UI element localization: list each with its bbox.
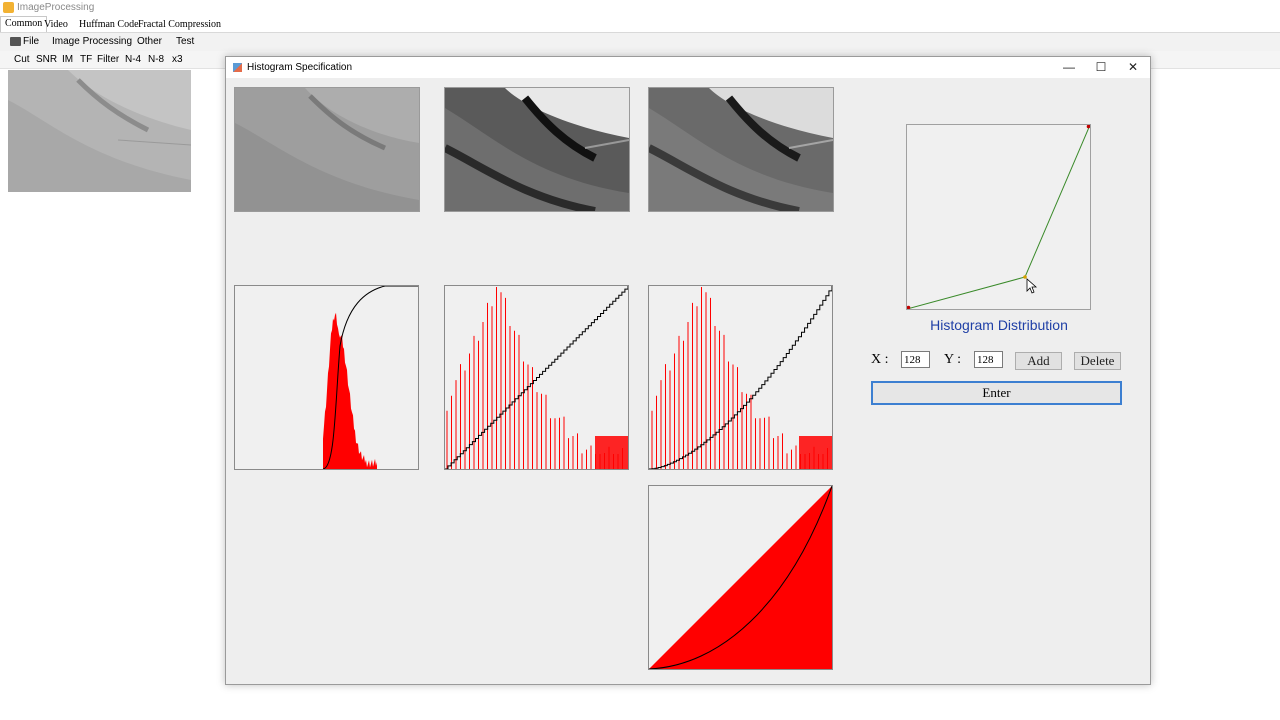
- tool-x3[interactable]: x3: [172, 54, 183, 65]
- histogram-tail: [595, 436, 628, 469]
- menu-test[interactable]: Test: [176, 36, 194, 47]
- equalized-image: [444, 87, 630, 212]
- tool-filter[interactable]: Filter: [97, 54, 119, 65]
- maximize-button[interactable]: ☐: [1085, 57, 1117, 78]
- x-label: X :: [871, 352, 889, 367]
- tab-video[interactable]: Video: [40, 18, 72, 31]
- distribution-point[interactable]: [1023, 275, 1027, 279]
- transfer-function-plot: [648, 485, 833, 670]
- original-histogram-plot: [234, 285, 419, 470]
- app-icon: [3, 2, 14, 13]
- menu-other[interactable]: Other: [137, 36, 162, 47]
- distribution-point[interactable]: [907, 305, 911, 310]
- tool-n8[interactable]: N-8: [148, 54, 164, 65]
- x-input[interactable]: 128: [901, 351, 930, 368]
- app-title: ImageProcessing: [17, 2, 95, 13]
- y-label: Y :: [944, 352, 961, 367]
- tab-fractal-compression[interactable]: Fractal Compression: [134, 18, 225, 31]
- distribution-point[interactable]: [1086, 125, 1091, 129]
- tool-cut[interactable]: Cut: [14, 54, 30, 65]
- histogram-distribution-label: Histogram Distribution: [930, 317, 1068, 333]
- menu-file[interactable]: File: [23, 36, 39, 47]
- specified-image: [648, 87, 834, 212]
- menu-image-processing[interactable]: Image Processing: [52, 36, 132, 47]
- tab-strip: Common Video Huffman Code Fractal Compre…: [0, 16, 1280, 33]
- histogram-area: [323, 312, 377, 469]
- app-titlebar: ImageProcessing: [0, 0, 1280, 16]
- original-image: [234, 87, 420, 212]
- minimize-button[interactable]: —: [1053, 57, 1085, 78]
- tab-huffman-code[interactable]: Huffman Code: [75, 18, 143, 31]
- distribution-editor-canvas[interactable]: [906, 124, 1091, 310]
- delete-button[interactable]: Delete: [1074, 352, 1121, 370]
- source-image: [8, 70, 191, 192]
- tool-snr[interactable]: SNR: [36, 54, 57, 65]
- dialog-title: Histogram Specification: [247, 62, 353, 73]
- target-distribution-area: [649, 486, 832, 669]
- specified-histogram-plot: [648, 285, 833, 470]
- menu-bar: File Image Processing Other Test: [0, 33, 1280, 51]
- histogram-specification-dialog: Histogram Specification — ☐ ✕ Histogram …: [225, 56, 1151, 685]
- dialog-titlebar: Histogram Specification — ☐ ✕: [226, 57, 1150, 78]
- enter-button[interactable]: Enter: [871, 381, 1122, 405]
- dialog-icon: [233, 63, 242, 72]
- equalized-histogram-plot: [444, 285, 629, 470]
- histogram-tail: [799, 436, 832, 469]
- tool-im[interactable]: IM: [62, 54, 73, 65]
- mouse-cursor-icon: [1026, 278, 1038, 294]
- y-input[interactable]: 128: [974, 351, 1003, 368]
- close-button[interactable]: ✕: [1117, 57, 1149, 78]
- tool-n4[interactable]: N-4: [125, 54, 141, 65]
- distribution-line: [907, 125, 1090, 309]
- file-icon: [10, 37, 21, 46]
- tool-tf[interactable]: TF: [80, 54, 92, 65]
- add-button[interactable]: Add: [1015, 352, 1062, 370]
